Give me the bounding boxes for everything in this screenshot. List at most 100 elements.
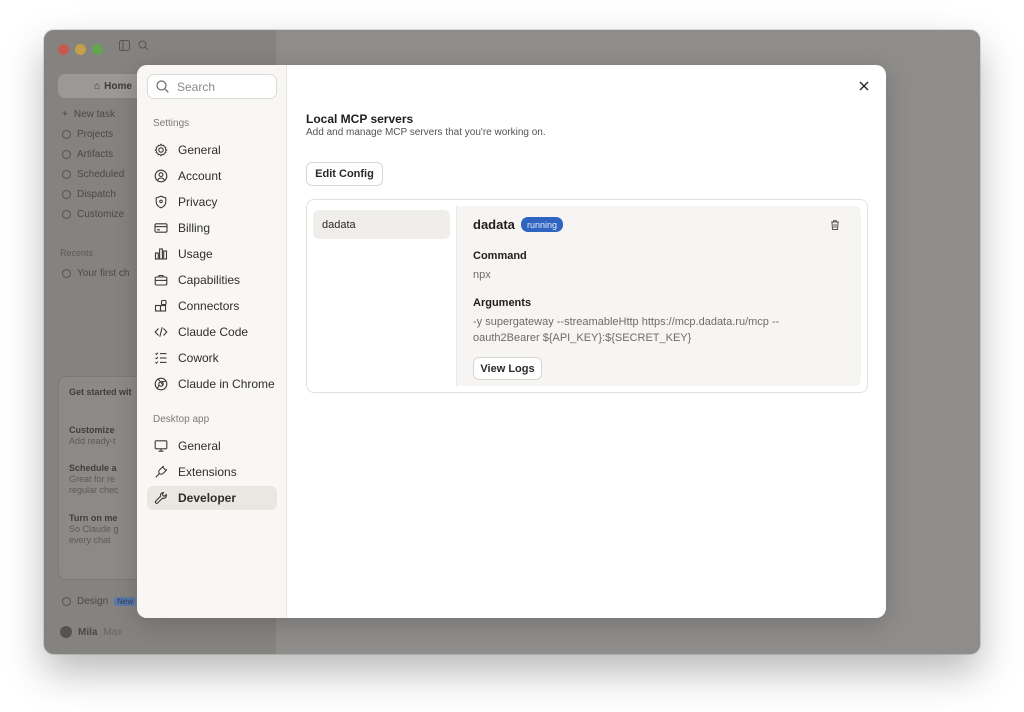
traffic-lights (58, 44, 103, 55)
bg-recent-item[interactable]: Your first ch (62, 268, 129, 279)
briefcase-icon (154, 274, 168, 286)
avatar (60, 626, 72, 638)
status-badge: running (521, 217, 564, 232)
item-title: Customize (69, 425, 115, 435)
view-logs-button[interactable]: View Logs (473, 357, 542, 380)
search-input[interactable] (177, 79, 267, 94)
arguments-value: -y supergateway --streamableHttp https:/… (473, 316, 780, 344)
bg-nav-label: Customize (77, 209, 125, 220)
search-box[interactable] (147, 74, 277, 99)
bg-nav-label: Projects (77, 129, 114, 140)
home-label: Home (104, 80, 132, 92)
bg-nav-label: Dispatch (77, 189, 116, 200)
bg-nav-label: Scheduled (77, 169, 125, 180)
sidebar-item-privacy[interactable]: Privacy (147, 190, 277, 214)
sidebar-item-label: Connectors (178, 299, 240, 313)
server-name: dadata (473, 217, 515, 232)
server-detail: dadata running Command npx Arguments -y … (456, 206, 861, 386)
connectors-icon (154, 299, 167, 312)
user-plan: Max (103, 626, 123, 638)
wrench-icon (154, 491, 167, 504)
sidebar-item-capabilities[interactable]: Capabilities (147, 268, 277, 292)
sidebar-item-desktop-general[interactable]: General (147, 434, 277, 458)
bg-nav-artifacts[interactable]: Artifacts (62, 149, 113, 160)
delete-server-button[interactable] (829, 218, 841, 230)
chrome-icon (154, 377, 168, 391)
mcp-server-panel: dadata dadata running Command npx Argume… (306, 199, 868, 393)
sidebar-item-cowork[interactable]: Cowork (147, 346, 277, 370)
dispatch-icon (62, 190, 71, 199)
bg-nav-dispatch[interactable]: Dispatch (62, 189, 116, 200)
search-icon[interactable] (138, 40, 152, 54)
search-icon (156, 80, 169, 93)
gear-icon (154, 143, 168, 157)
sidebar-item-label: Claude Code (178, 325, 249, 339)
bg-nav-scheduled[interactable]: Scheduled (62, 169, 124, 180)
sidebar-toggle-icon[interactable] (119, 40, 133, 54)
sidebar-item-label: Cowork (178, 351, 219, 365)
page-title: Local MCP servers (306, 112, 414, 126)
credit-card-icon (154, 223, 168, 233)
developer-settings-pane: Local MCP servers Add and manage MCP ser… (287, 65, 886, 618)
projects-icon (62, 130, 71, 139)
command-value: npx (473, 269, 491, 281)
bg-nav-label: Artifacts (77, 149, 114, 160)
design-icon (62, 597, 71, 606)
get-started-item[interactable]: Customize Add ready-t (69, 425, 116, 447)
trash-icon (831, 220, 839, 230)
sidebar-item-claude-in-chrome[interactable]: Claude in Chrome (147, 372, 277, 396)
clock-icon (62, 170, 71, 179)
new-badge: New (114, 597, 137, 606)
sidebar-item-connectors[interactable]: Connectors (147, 294, 277, 318)
sidebar-item-developer[interactable]: Developer (147, 486, 277, 510)
page-subtitle: Add and manage MCP servers that you're w… (306, 127, 546, 138)
item-title: Turn on me (69, 513, 118, 523)
user-circle-icon (154, 169, 168, 183)
sidebar-item-account[interactable]: Account (147, 164, 277, 188)
checklist-icon (155, 352, 167, 364)
settings-modal: Settings General Account Privacy Billing… (137, 65, 886, 618)
bg-nav-projects[interactable]: Projects (62, 129, 113, 140)
minimize-window-icon[interactable] (75, 44, 86, 55)
item-sub: Great for re (69, 474, 116, 484)
command-label: Command (473, 250, 527, 262)
close-window-icon[interactable] (58, 44, 69, 55)
sidebar-item-label: Capabilities (178, 273, 241, 287)
shield-icon (155, 195, 167, 209)
monitor-icon (154, 440, 168, 452)
sidebar-item-general[interactable]: General (147, 138, 277, 162)
plus-icon: + (62, 109, 68, 120)
item-sub: Add ready-t (69, 436, 116, 446)
sidebar-item-label: Developer (178, 491, 237, 505)
customize-icon (62, 210, 71, 219)
bg-nav-customize[interactable]: Customize (62, 209, 124, 220)
user-menu[interactable]: Mila Max (60, 626, 122, 638)
arguments-label: Arguments (473, 297, 532, 309)
sidebar-item-billing[interactable]: Billing (147, 216, 277, 240)
sidebar-item-label: Billing (178, 221, 211, 235)
sidebar-item-label: General (178, 143, 221, 157)
bg-nav-label: New task (73, 109, 115, 120)
server-list-item[interactable]: dadata (313, 210, 450, 239)
item-sub: So Claude g (69, 524, 119, 534)
sidebar-item-label: Account (178, 169, 222, 183)
user-name: Mila (78, 626, 98, 638)
edit-config-button[interactable]: Edit Config (306, 162, 383, 186)
settings-sidebar: Settings General Account Privacy Billing… (137, 65, 287, 618)
sidebar-item-label: General (178, 439, 221, 453)
sidebar-item-usage[interactable]: Usage (147, 242, 277, 266)
item-sub: every chat (69, 535, 111, 545)
item-title: Schedule a (69, 463, 117, 473)
close-icon (859, 81, 869, 91)
get-started-item[interactable]: Schedule a Great for re regular chec (69, 463, 119, 496)
sidebar-item-extensions[interactable]: Extensions (147, 460, 277, 484)
get-started-title: Get started wit (69, 387, 132, 397)
close-button[interactable] (856, 78, 872, 94)
sidebar-item-claude-code[interactable]: Claude Code (147, 320, 277, 344)
home-icon: ⌂ (94, 80, 101, 92)
get-started-item[interactable]: Turn on me So Claude g every chat (69, 513, 119, 546)
bg-nav-new-task[interactable]: + New task (62, 109, 115, 120)
recents-label: Recents (60, 248, 94, 258)
zoom-window-icon[interactable] (92, 44, 103, 55)
bg-design-item[interactable]: Design New (62, 596, 137, 607)
